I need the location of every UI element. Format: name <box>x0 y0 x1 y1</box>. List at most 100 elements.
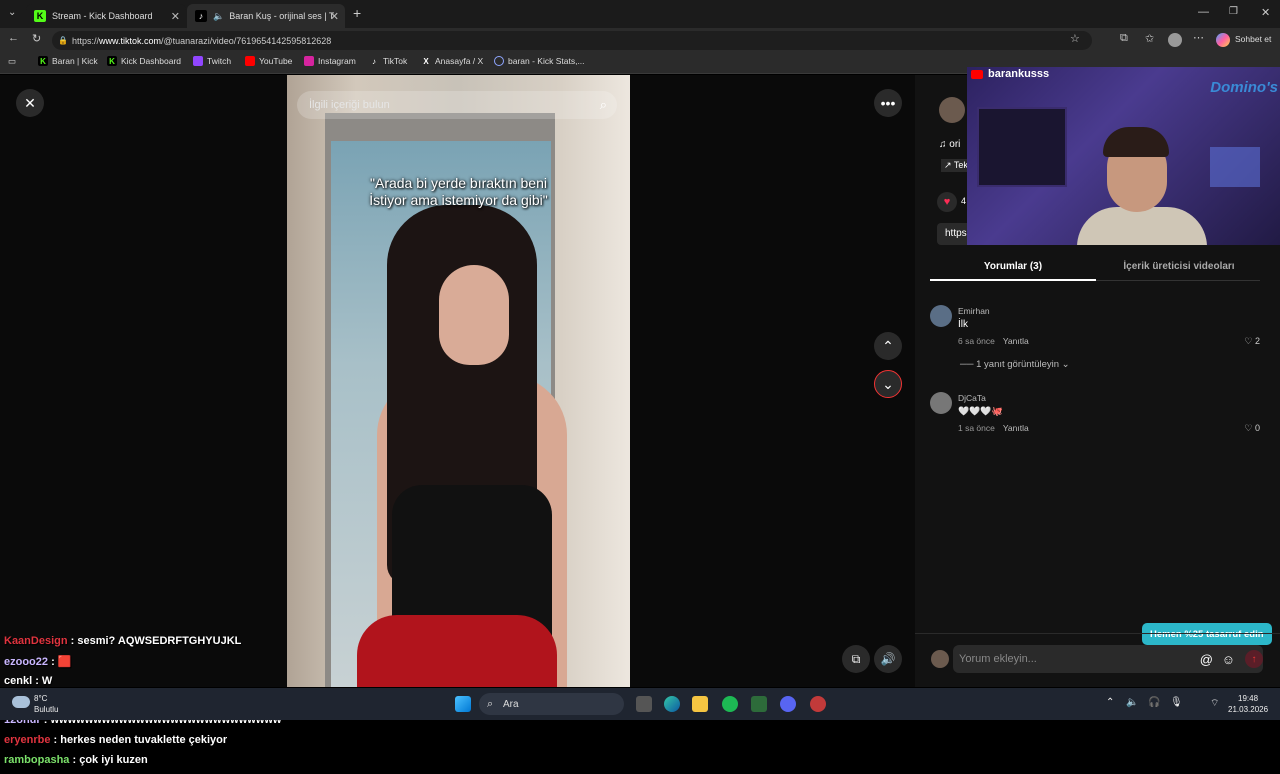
tab-actions-icon[interactable]: ⌄ <box>8 7 16 18</box>
chat-text: çok iyi kuzen <box>79 753 148 766</box>
task-view-icon[interactable] <box>636 696 652 712</box>
headset-icon[interactable]: 🎧 <box>1148 697 1160 708</box>
clock-date[interactable]: 21.03.2026 <box>1228 705 1268 714</box>
copilot-label[interactable]: Sohbet et <box>1235 34 1271 44</box>
video-player[interactable]: "Arada bi yerde bıraktın beni İstiyor am… <box>287 75 630 687</box>
bookmark-x[interactable]: X Anasayfa / X <box>421 56 483 66</box>
url-field[interactable]: 🔒 https:// www.tiktok.com /@tuanarazi/vi… <box>52 31 1092 50</box>
chat-message: eryenrbe : herkes neden tuvaklette çekiy… <box>4 733 228 746</box>
new-tab-icon[interactable]: + <box>353 5 361 21</box>
bookmark-instagram[interactable]: Instagram <box>304 56 356 66</box>
tab-tiktok[interactable]: ♪ 🔈 Baran Kuş - orijinal ses | TikTo ✕ <box>187 4 345 28</box>
comment-input[interactable]: Yorum ekleyin... @ ☺ <box>953 645 1263 673</box>
file-explorer-icon[interactable] <box>692 696 708 712</box>
refresh-icon[interactable]: ↻ <box>32 32 41 45</box>
bookmark-kick-dashboard[interactable]: K Kick Dashboard <box>107 56 181 66</box>
avatar <box>931 650 949 668</box>
tab-creator-videos[interactable]: İçerik üreticisi videoları <box>1096 261 1262 272</box>
video-scene-face <box>439 265 509 365</box>
reply-button[interactable]: Yanıtla <box>1003 423 1029 433</box>
speaker-icon[interactable]: 🔈 <box>1126 697 1138 708</box>
tab-kick-dashboard[interactable]: K Stream - Kick Dashboard ✕ <box>26 4 186 28</box>
like-button[interactable]: ♥ <box>937 192 957 212</box>
bookmark-label: Kick Dashboard <box>121 56 182 66</box>
x-icon: X <box>423 56 429 66</box>
bookmark-twitch[interactable]: Twitch <box>193 56 231 66</box>
taskbar-search[interactable]: ⌕ Ara <box>479 693 624 715</box>
comment-author[interactable]: DjCaTa <box>958 393 986 403</box>
chat-message: rambopasha : çok iyi kuzen <box>4 753 148 766</box>
comment-like-count: 2 <box>1254 336 1260 346</box>
search-icon: ⌕ <box>487 697 494 710</box>
tab-comments[interactable]: Yorumlar (3) <box>930 261 1096 281</box>
tray-overflow-icon[interactable]: ⌃ <box>1106 697 1114 708</box>
previous-video-button[interactable]: ⌃ <box>874 332 902 360</box>
clock-time[interactable]: 19:48 <box>1238 694 1258 703</box>
discord-icon[interactable] <box>780 696 796 712</box>
url-host: www.tiktok.com <box>99 35 162 46</box>
app-icon-red[interactable] <box>810 696 826 712</box>
start-icon[interactable] <box>455 696 471 712</box>
search-label: Ara <box>503 698 519 710</box>
weather-icon[interactable] <box>12 696 30 708</box>
related-search-input[interactable]: İlgili içeriği bulun ⌕ <box>297 91 617 119</box>
bookmark-youtube[interactable]: YouTube <box>245 56 292 66</box>
back-icon[interactable]: ← <box>8 32 19 44</box>
bookmark-label: baran - Kick Stats,... <box>508 56 585 66</box>
close-window-icon[interactable]: ✕ <box>1261 6 1270 19</box>
weather-desc: Bulutlu <box>34 705 59 714</box>
extensions-icon[interactable]: ⧉ <box>1120 32 1128 45</box>
more-options-button[interactable]: ••• <box>874 89 902 117</box>
collections-icon[interactable]: ✩ <box>1145 32 1154 45</box>
url-prefix: https:// <box>72 35 100 46</box>
comment-author[interactable]: Emirhan <box>958 306 990 316</box>
streamer-name-text: barankusss <box>988 68 1050 80</box>
more-menu-icon[interactable]: ⋯ <box>1193 31 1204 44</box>
mention-icon[interactable]: @ <box>1200 652 1213 667</box>
search-icon[interactable]: ⌕ <box>600 97 607 113</box>
edge-icon[interactable] <box>664 696 680 712</box>
mic-icon[interactable]: 🎙 <box>1170 697 1183 708</box>
bookmark-label: YouTube <box>259 56 293 66</box>
close-tab-icon[interactable]: ✕ <box>330 10 339 23</box>
pip-icon[interactable]: ⧉ <box>842 645 870 673</box>
chat-user: eryenrbe <box>4 733 51 746</box>
send-icon[interactable]: ↑ <box>1245 650 1263 668</box>
comment-time: 1 sa önce <box>958 423 995 433</box>
bookmark-tiktok[interactable]: ♪ TikTok <box>369 56 407 66</box>
reply-button[interactable]: Yanıtla <box>1003 336 1029 346</box>
promo-button[interactable]: Hemen %25 tasarruf edin <box>1142 623 1272 645</box>
volume-icon[interactable]: 🔊 <box>874 645 902 673</box>
caption-line: "Arada bi yerde bıraktın beni <box>370 175 547 191</box>
maximize-icon[interactable]: ❐ <box>1229 6 1238 17</box>
comment-like-button[interactable]: ♡ 2 <box>1244 336 1260 347</box>
view-replies-button[interactable]: ── 1 yanıt görüntüleyin ⌄ <box>960 359 1070 370</box>
spotify-icon[interactable] <box>722 696 738 712</box>
bookmark-label: Instagram <box>318 56 356 66</box>
chat-user: rambopasha <box>4 753 70 766</box>
avatar[interactable] <box>930 305 952 327</box>
speaker-icon[interactable]: 🔈 <box>213 11 224 22</box>
chat-user: ezooo22 <box>4 655 49 668</box>
video-scene-skirt <box>357 615 557 687</box>
comment-item: DjCaTa 🤍🤍🤍🐙 1 sa önce Yanıtla ♡ 0 <box>930 390 1260 440</box>
comment-like-button[interactable]: ♡ 0 <box>1244 423 1260 434</box>
avatar[interactable] <box>930 392 952 414</box>
close-tab-icon[interactable]: ✕ <box>171 10 180 23</box>
music-label[interactable]: ♫ ori <box>939 139 960 150</box>
close-video-button[interactable]: ✕ <box>16 89 44 117</box>
profile-avatar[interactable] <box>1168 33 1182 47</box>
webcam-bg-frame <box>977 107 1067 187</box>
creator-avatar[interactable] <box>939 97 965 123</box>
comment-time: 6 sa önce <box>958 336 995 346</box>
emoji-icon[interactable]: ☺ <box>1222 652 1235 667</box>
app-icon[interactable] <box>751 696 767 712</box>
wifi-icon[interactable]: ⌔ <box>1210 697 1219 710</box>
favorite-star-icon[interactable]: ☆ <box>1070 32 1080 45</box>
bookmark-baran-kick[interactable]: K Baran | Kick <box>38 56 98 66</box>
bookmark-kick-stats[interactable]: baran - Kick Stats,... <box>494 56 585 66</box>
reading-list-icon[interactable]: ▭ <box>8 56 16 67</box>
copilot-icon[interactable] <box>1216 33 1230 47</box>
next-video-button[interactable]: ⌄ <box>874 370 902 398</box>
minimize-icon[interactable]: — <box>1198 6 1209 18</box>
